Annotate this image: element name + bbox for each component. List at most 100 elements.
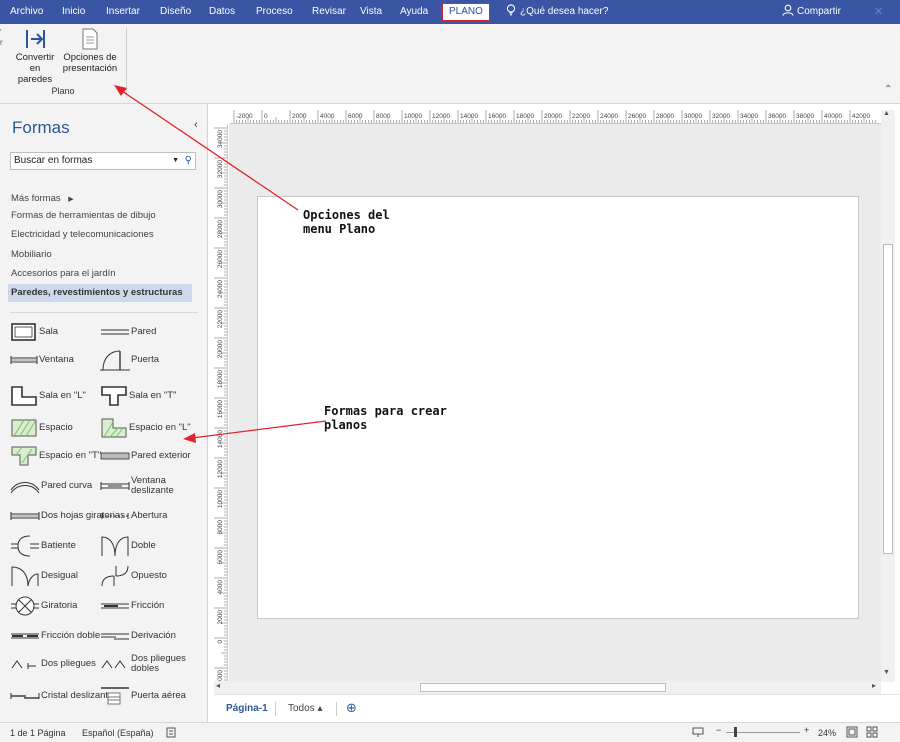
annotation-shapes: Formas para crear planos [324, 404, 447, 432]
stencil-item[interactable]: Mobiliario [11, 246, 52, 264]
page-tabs-bar: Página-1 Todos ▴ ⊕ [214, 694, 900, 722]
language[interactable]: Español (España) [82, 728, 154, 738]
page-count[interactable]: 1 de 1 Página [10, 728, 66, 738]
tab-ayuda[interactable]: Ayuda [400, 0, 428, 24]
tab-proceso[interactable]: Proceso [256, 0, 293, 24]
zoom-in-button[interactable]: + [804, 725, 809, 735]
ruler-label: 30000 [217, 190, 224, 208]
windows-icon [866, 726, 878, 738]
macro-record-icon[interactable] [166, 726, 176, 740]
add-page-icon[interactable]: ⊕ [346, 700, 357, 716]
ruler-label: 4000 [320, 113, 335, 120]
shape-pared-exterior[interactable]: Pared exterior [100, 442, 191, 470]
annotation-menu-text: Opciones del menu Plano [303, 208, 390, 236]
ruler-label: 8000 [217, 520, 224, 535]
shape-label: Abertura [131, 510, 168, 521]
stencil-item[interactable]: Electricidad y telecomunicaciones [11, 226, 154, 244]
display-options-button[interactable]: Opciones de presentación [60, 28, 120, 74]
share-button[interactable]: Compartir [782, 0, 841, 24]
stencil-more-shapes-label: Más formas [11, 193, 61, 204]
tab-inicio[interactable]: Inicio [62, 0, 85, 24]
ruler-corner [214, 110, 230, 124]
tell-me-search[interactable]: ¿Qué desea hacer? [506, 0, 608, 24]
ruler-label: 34000 [740, 113, 758, 120]
stencil-item-selected[interactable]: Paredes, revestimientos y estructuras [8, 284, 192, 302]
stencil-item[interactable]: Accesorios para el jardín [11, 265, 116, 283]
scroll-left-icon[interactable]: ◂ [216, 681, 220, 690]
stencil-item[interactable]: Formas de herramientas de dibujo [11, 207, 156, 225]
zoom-slider-track[interactable] [726, 732, 800, 733]
shape-puerta[interactable]: Puerta [100, 346, 159, 374]
shape-label: Opuesto [131, 570, 167, 581]
tab-insertar[interactable]: Insertar [106, 0, 140, 24]
shape-espacio-t[interactable]: Espacio en "T" [10, 442, 101, 470]
zoom-slider-thumb[interactable] [734, 727, 737, 737]
tab-plano[interactable]: PLANO [442, 3, 490, 21]
search-icon[interactable]: ⚲ [185, 153, 192, 169]
presentation-mode-icon[interactable] [692, 726, 704, 740]
shape-desigual[interactable]: Desigual [10, 562, 78, 590]
shape-doble[interactable]: Doble [100, 532, 156, 560]
ruler-label: 18000 [217, 370, 224, 388]
shape-dos-pliegues-dobles[interactable]: Dos pliegues dobles [100, 650, 207, 678]
shape-dos-pliegues[interactable]: Dos pliegues [10, 650, 96, 678]
tab-datos[interactable]: Datos [209, 0, 235, 24]
double-bifold-icon [101, 660, 126, 669]
shape-espacio-l[interactable]: Espacio en "L" [100, 414, 191, 442]
horizontal-scroll-thumb[interactable] [420, 683, 666, 692]
shape-sala-t[interactable]: Sala en "T" [100, 382, 176, 410]
shape-sala-l[interactable]: Sala en "L" [10, 382, 86, 410]
scroll-right-icon[interactable]: ▸ [872, 681, 876, 690]
tab-vista[interactable]: Vista [360, 0, 382, 24]
shape-friccion-doble[interactable]: Fricción doble [10, 622, 100, 650]
horizontal-scrollbar[interactable]: ◂ ▸ [214, 681, 881, 694]
ruler-label: 10000 [404, 113, 422, 120]
vertical-scroll-thumb[interactable] [883, 244, 893, 554]
tab-page-1[interactable]: Página-1 [226, 703, 268, 714]
tab-revisar[interactable]: Revisar [312, 0, 346, 24]
horizontal-ruler[interactable]: -2000 0 2000 4000 6000 8000 10000 12000 14000 160… [230, 110, 884, 124]
convert-to-walls-label: Convertir en paredes [15, 52, 55, 85]
shape-batiente[interactable]: Batiente [10, 532, 76, 560]
vertical-ruler[interactable]: 3400032000300002800026000240002200020000… [214, 124, 228, 684]
zoom-level[interactable]: 24% [818, 728, 836, 738]
search-shapes-input[interactable]: Buscar en formas ▼ ⚲ [10, 152, 196, 170]
shape-sala[interactable]: Sala [10, 318, 58, 346]
convert-to-walls-button[interactable]: Convertir en paredes [12, 28, 58, 85]
switch-windows-icon[interactable] [866, 726, 878, 740]
ruler-label: 24000 [600, 113, 618, 120]
overhead-door-icon [101, 687, 129, 705]
chevron-left-icon[interactable]: ‹ [194, 119, 198, 131]
shape-opuesto[interactable]: Opuesto [100, 562, 167, 590]
scroll-up-icon[interactable]: ▲ [883, 110, 890, 117]
shape-pared[interactable]: Pared [100, 318, 156, 346]
shape-pared-curva[interactable]: Pared curva [10, 472, 92, 500]
zoom-out-button[interactable]: − [716, 725, 721, 735]
dropdown-arrow-icon[interactable]: ▼ [172, 153, 179, 169]
fit-to-window-icon[interactable] [846, 726, 858, 740]
annotation-shapes-text: Formas para crear planos [324, 404, 447, 432]
shape-label: Puerta aérea [131, 690, 186, 701]
shape-giratoria[interactable]: Giratoria [10, 592, 77, 620]
close-icon[interactable]: ✕ [874, 0, 883, 24]
shape-abertura[interactable]: Abertura [100, 502, 167, 530]
chevron-up-icon[interactable]: ⌃ [884, 84, 892, 95]
tab-archivo[interactable]: Archivo [10, 0, 43, 24]
shape-puerta-aerea[interactable]: Puerta aérea [100, 682, 186, 710]
search-shapes-placeholder: Buscar en formas [14, 155, 93, 166]
stencil-more-shapes[interactable]: Más formas ▶ [11, 190, 74, 208]
tab-diseno[interactable]: Diseño [160, 0, 191, 24]
shape-cristal-deslizante[interactable]: Cristal deslizante [10, 682, 113, 710]
shape-espacio[interactable]: Espacio [10, 414, 73, 442]
share-label: Compartir [797, 6, 841, 17]
scroll-down-icon[interactable]: ▼ [883, 669, 890, 676]
ruler-label: 38000 [796, 113, 814, 120]
vertical-scrollbar[interactable]: ▲ ▼ [881, 110, 895, 682]
shape-friccion[interactable]: Fricción [100, 592, 164, 620]
shape-ventana-deslizante[interactable]: Ventana deslizante [100, 472, 207, 500]
all-pages-button[interactable]: Todos ▴ [288, 703, 322, 714]
l-room-icon [11, 386, 37, 406]
shape-derivacion[interactable]: Derivación [100, 622, 176, 650]
ruler-label: 16000 [217, 400, 224, 418]
shape-ventana[interactable]: Ventana [10, 346, 74, 374]
